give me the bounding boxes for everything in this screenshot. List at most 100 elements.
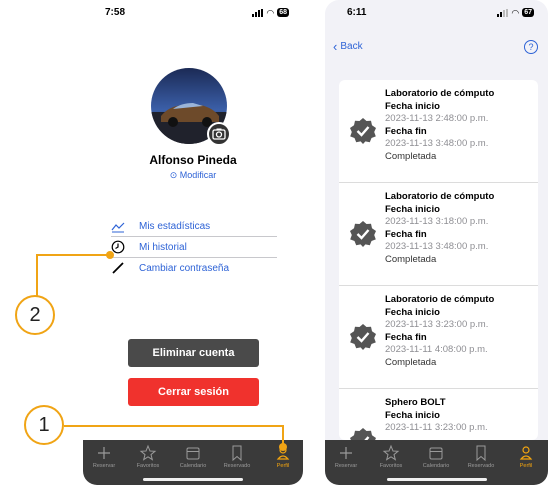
entry-start-label: Fecha inicio bbox=[385, 100, 440, 112]
entry-title: Laboratorio de cómputo bbox=[385, 88, 495, 99]
callout-1: 1 bbox=[24, 405, 64, 445]
callout-1-target-dot bbox=[279, 443, 287, 451]
entry-status: Completada bbox=[385, 150, 437, 162]
callout-2-line-horizontal bbox=[36, 254, 110, 256]
wifi-icon: ◠ bbox=[511, 7, 520, 18]
callout-2-line-vertical bbox=[36, 254, 38, 299]
entry-start-label: Fecha inicio bbox=[385, 409, 440, 421]
tab-label: Calendario bbox=[179, 463, 207, 469]
entry-title: Sphero BOLT bbox=[385, 397, 446, 408]
battery-icon: 67 bbox=[522, 8, 534, 17]
tab-reservado[interactable]: Reservado bbox=[461, 444, 501, 469]
entry-start-value: 2023-11-11 3:23:00 p.m. bbox=[385, 422, 488, 434]
tab-bar: Reservar Favoritos Calendario Reservado … bbox=[83, 440, 303, 485]
history-entry[interactable]: Laboratorio de cómputo Fecha inicio 2023… bbox=[339, 183, 538, 286]
menu-label-change-password: Cambiar contraseña bbox=[139, 263, 230, 274]
entry-end-label: Fecha fin bbox=[385, 331, 427, 343]
home-indicator bbox=[143, 478, 243, 481]
tab-reservado[interactable]: Reservado bbox=[217, 444, 257, 469]
camera-icon bbox=[212, 128, 226, 140]
tab-perfil[interactable]: Perfil bbox=[506, 444, 546, 469]
tab-reservar[interactable]: Reservar bbox=[84, 444, 124, 469]
check-badge-icon bbox=[350, 118, 376, 144]
delete-account-button[interactable]: Eliminar cuenta bbox=[128, 339, 259, 367]
chevron-left-icon: ‹ bbox=[333, 38, 338, 54]
menu-item-statistics[interactable]: Mis estadísticas bbox=[111, 216, 277, 237]
canvas: 7:58 ◠ 68 Alfonso Pineda ⊙ Modificar Mis… bbox=[0, 0, 551, 485]
battery-icon: 68 bbox=[277, 8, 289, 17]
entry-start-value: 2023-11-13 2:48:00 p.m. bbox=[385, 113, 489, 125]
edit-profile-link[interactable]: ⊙ Modificar bbox=[83, 170, 303, 181]
tab-label: Reservar bbox=[92, 463, 116, 469]
plus-icon bbox=[98, 447, 110, 459]
check-badge-icon bbox=[350, 324, 376, 350]
tab-label: Calendario bbox=[422, 463, 450, 469]
home-indicator bbox=[387, 478, 487, 481]
menu-item-history[interactable]: Mi historial bbox=[111, 237, 277, 258]
tab-label: Favoritos bbox=[379, 463, 403, 469]
status-icons: ◠ 68 bbox=[252, 8, 289, 17]
entry-end-value: 2023-11-11 4:08:00 p.m. bbox=[385, 344, 488, 356]
entry-start-value: 2023-11-13 3:23:00 p.m. bbox=[385, 319, 489, 331]
history-entry-text: Laboratorio de cómputo Fecha inicio 2023… bbox=[385, 191, 494, 267]
chart-line-icon bbox=[111, 222, 125, 233]
callout-2-target-dot bbox=[106, 251, 114, 259]
help-button[interactable]: ? bbox=[524, 40, 538, 54]
change-photo-button[interactable] bbox=[207, 122, 231, 146]
star-icon bbox=[139, 444, 157, 461]
tab-label: Reservado bbox=[467, 463, 495, 469]
profile-screen: 7:58 ◠ 68 Alfonso Pineda ⊙ Modificar Mis… bbox=[83, 0, 303, 485]
tab-label: Reservar bbox=[334, 463, 358, 469]
signal-icon bbox=[252, 8, 264, 17]
profile-name: Alfonso Pineda bbox=[149, 153, 237, 167]
calendar-icon bbox=[429, 447, 443, 460]
history-entry-text: Sphero BOLT Fecha inicio 2023-11-11 3:23… bbox=[385, 397, 488, 435]
menu-label-history: Mi historial bbox=[139, 241, 187, 253]
entry-end-value: 2023-11-13 3:48:00 p.m. bbox=[385, 241, 489, 253]
tab-reservar[interactable]: Reservar bbox=[326, 444, 366, 469]
person-icon bbox=[519, 446, 533, 460]
bookmark-icon bbox=[476, 445, 486, 462]
menu-item-change-password[interactable]: Cambiar contraseña bbox=[111, 258, 277, 279]
star-icon bbox=[382, 444, 400, 461]
check-badge-icon bbox=[350, 428, 376, 440]
entry-title: Laboratorio de cómputo bbox=[385, 191, 495, 202]
plus-icon bbox=[340, 447, 352, 459]
signal-icon bbox=[497, 8, 509, 17]
entry-start-label: Fecha inicio bbox=[385, 306, 440, 318]
status-icons: ◠ 67 bbox=[497, 8, 534, 17]
history-entry-text: Laboratorio de cómputo Fecha inicio 2023… bbox=[385, 88, 494, 164]
tab-label: Perfil bbox=[276, 463, 290, 469]
back-label: Back bbox=[340, 41, 363, 52]
status-time: 7:58 bbox=[105, 7, 126, 18]
tab-calendario[interactable]: Calendario bbox=[173, 444, 213, 469]
tab-label: Reservado bbox=[223, 463, 251, 469]
logout-button[interactable]: Cerrar sesión bbox=[128, 378, 259, 406]
history-screen: 6:11 ◠ 67 ‹ Back ? Laboratorio de cómput… bbox=[325, 0, 548, 485]
status-bar: 6:11 ◠ 67 bbox=[325, 0, 548, 28]
history-entry[interactable]: Laboratorio de cómputo Fecha inicio 2023… bbox=[339, 80, 538, 183]
entry-title: Laboratorio de cómputo bbox=[385, 294, 495, 305]
history-entry[interactable]: Sphero BOLT Fecha inicio 2023-11-11 3:23… bbox=[339, 389, 538, 440]
bookmark-icon bbox=[232, 445, 242, 462]
tab-label: Perfil bbox=[519, 463, 533, 469]
entry-start-value: 2023-11-13 3:18:00 p.m. bbox=[385, 216, 489, 228]
entry-status: Completada bbox=[385, 253, 437, 265]
callout-1-line-horizontal bbox=[64, 425, 283, 427]
entry-end-label: Fecha fin bbox=[385, 228, 427, 240]
history-entry[interactable]: Laboratorio de cómputo Fecha inicio 2023… bbox=[339, 286, 538, 389]
entry-status: Completada bbox=[385, 356, 437, 368]
tab-label: Favoritos bbox=[136, 463, 160, 469]
history-list: Laboratorio de cómputo Fecha inicio 2023… bbox=[339, 80, 538, 440]
tab-bar: Reservar Favoritos Calendario Reservado … bbox=[325, 440, 548, 485]
wifi-icon: ◠ bbox=[266, 7, 275, 18]
tab-favoritos[interactable]: Favoritos bbox=[371, 444, 411, 469]
back-button[interactable]: ‹ Back bbox=[333, 38, 363, 54]
tab-favoritos[interactable]: Favoritos bbox=[128, 444, 168, 469]
history-entry-text: Laboratorio de cómputo Fecha inicio 2023… bbox=[385, 294, 494, 370]
check-badge-icon bbox=[350, 221, 376, 247]
entry-end-value: 2023-11-13 3:48:00 p.m. bbox=[385, 138, 489, 150]
avatar-container bbox=[151, 68, 231, 146]
tab-calendario[interactable]: Calendario bbox=[416, 444, 456, 469]
pencil-icon bbox=[112, 262, 124, 274]
